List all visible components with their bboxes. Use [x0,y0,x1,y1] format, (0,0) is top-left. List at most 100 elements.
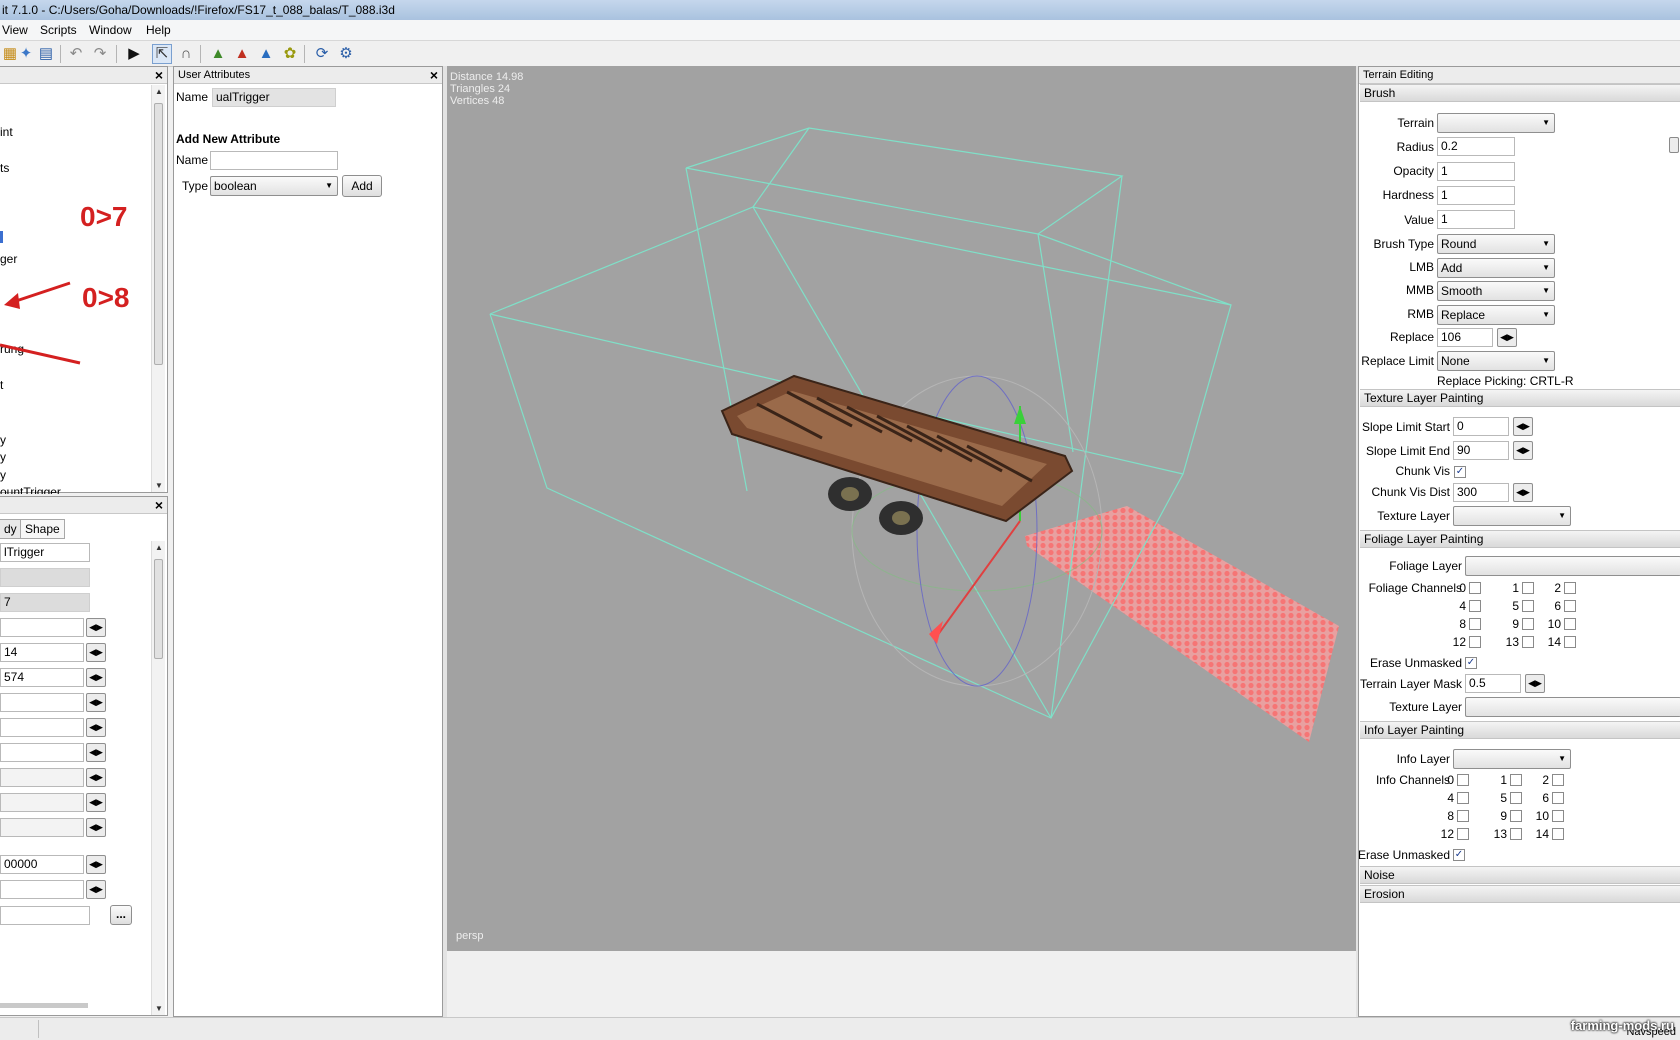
stepper-button[interactable]: ◀▶ [86,693,106,712]
channel-checkbox[interactable] [1564,618,1576,630]
attribute-field[interactable] [0,880,84,899]
channel-checkbox[interactable] [1469,618,1481,630]
attribute-field[interactable] [0,743,84,762]
stepper-button[interactable]: ◀▶ [86,855,106,874]
refresh-icon[interactable]: ⟳ [312,44,332,64]
channel-checkbox[interactable] [1457,774,1469,786]
terrain-icon[interactable]: ▲ [208,44,228,64]
channel-checkbox[interactable] [1552,774,1564,786]
channel-checkbox[interactable] [1457,792,1469,804]
slope-start-stepper[interactable]: ◀▶ [1513,417,1533,436]
rmb-select[interactable]: Replace▼ [1437,305,1555,325]
replace-limit-select[interactable]: None▼ [1437,351,1555,371]
channel-checkbox[interactable] [1522,618,1534,630]
attribute-field[interactable] [0,906,90,925]
erosion-section[interactable]: Erosion [1360,885,1680,903]
mmb-select[interactable]: Smooth▼ [1437,281,1555,301]
tab-shape[interactable]: Shape [20,519,65,539]
menu-window[interactable]: Window [89,20,132,41]
stepper-button[interactable]: ◀▶ [86,643,106,662]
channel-checkbox[interactable] [1522,582,1534,594]
splitter[interactable] [443,66,447,1017]
channel-checkbox[interactable] [1510,810,1522,822]
browse-button[interactable]: ... [110,905,132,925]
channel-checkbox[interactable] [1564,582,1576,594]
attribute-field[interactable] [0,768,84,787]
attribute-field[interactable] [0,693,84,712]
attributes-scrollbar[interactable]: ▲ ▼ [151,541,165,1015]
scenegraph-scrollbar[interactable]: ▲ ▼ [151,85,165,492]
tab-body[interactable]: dy [0,519,22,539]
tree-item[interactable]: int [0,125,13,139]
slope-end-stepper[interactable]: ◀▶ [1513,441,1533,460]
type-select[interactable]: boolean▼ [210,176,338,196]
save-icon[interactable]: ✦ [16,44,36,64]
magnet-icon[interactable]: ∩ [176,44,196,64]
hardness-input[interactable]: 1 [1437,186,1515,205]
channel-checkbox[interactable] [1564,636,1576,648]
foliage-layer-select[interactable]: ▼ [1465,556,1680,576]
chunk-vis-checkbox[interactable]: ✓ [1454,466,1466,478]
close-icon[interactable]: × [155,497,163,514]
channel-checkbox[interactable] [1552,828,1564,840]
menu-help[interactable]: Help [146,20,171,41]
texture-layer-select[interactable]: ▼ [1453,506,1571,526]
info-icon[interactable]: ✿ [280,44,300,64]
stepper-button[interactable]: ◀▶ [86,618,106,637]
chunk-vis-dist-input[interactable]: 300 [1453,483,1509,502]
close-icon[interactable]: × [155,67,163,84]
stepper-button[interactable]: ◀▶ [86,818,106,837]
foliage-icon[interactable]: ▲ [256,44,276,64]
new-name-input[interactable] [210,151,338,170]
terrain-layer-mask-input[interactable]: 0.5 [1465,674,1521,693]
brush-type-select[interactable]: Round▼ [1437,234,1555,254]
foliage-texture-layer-select[interactable]: ▼ [1465,697,1680,717]
attribute-field[interactable] [0,718,84,737]
replace-stepper[interactable]: ◀▶ [1497,328,1517,347]
channel-checkbox[interactable] [1510,828,1522,840]
value-input[interactable]: 1 [1437,210,1515,229]
noise-section[interactable]: Noise [1360,866,1680,884]
attribute-field[interactable] [0,618,84,637]
opacity-input[interactable]: 1 [1437,162,1515,181]
stepper-button[interactable]: ◀▶ [86,743,106,762]
menu-scripts[interactable]: Scripts [40,20,77,41]
channel-checkbox[interactable] [1522,600,1534,612]
channel-checkbox[interactable] [1510,792,1522,804]
replace-input[interactable]: 106 [1437,328,1493,347]
tree-item[interactable]: ountTrigger [0,485,61,494]
info-section[interactable]: Info Layer Painting [1360,721,1680,739]
attribute-field[interactable]: 00000 [0,855,84,874]
brush-section[interactable]: Brush [1360,84,1680,102]
menu-view[interactable]: View [2,20,28,41]
tree-item[interactable]: y [0,468,6,482]
channel-checkbox[interactable] [1457,828,1469,840]
channel-checkbox[interactable] [1469,582,1481,594]
stepper-button[interactable]: ◀▶ [86,768,106,787]
attribute-field[interactable]: 14 [0,643,84,662]
channel-checkbox[interactable] [1469,600,1481,612]
channel-checkbox[interactable] [1564,600,1576,612]
play-icon[interactable]: ▶ [124,44,144,64]
tree-item[interactable]: y [0,433,6,447]
close-icon[interactable]: × [430,67,438,84]
paint-icon[interactable]: ▲ [232,44,252,64]
info-layer-select[interactable]: ▼ [1453,749,1571,769]
foliage-section[interactable]: Foliage Layer Painting [1360,530,1680,548]
undo-icon[interactable]: ↶ [66,44,86,64]
radius-input[interactable]: 0.2 [1437,137,1515,156]
3d-viewport[interactable]: Distance 14.98 Triangles 24 Vertices 48 [447,66,1356,951]
tree-item[interactable]: y [0,450,6,464]
attribute-field[interactable] [0,793,84,812]
slope-start-input[interactable]: 0 [1453,417,1509,436]
lmb-select[interactable]: Add▼ [1437,258,1555,278]
tree-item[interactable]: ts [0,161,9,175]
channel-checkbox[interactable] [1552,792,1564,804]
attribute-field[interactable]: 574 [0,668,84,687]
settings-icon[interactable]: ⚙ [336,44,356,64]
stepper-button[interactable]: ◀▶ [86,880,106,899]
radius-slider[interactable] [1669,137,1679,153]
chunk-vis-dist-stepper[interactable]: ◀▶ [1513,483,1533,502]
horizontal-scrollbar[interactable] [0,1003,88,1008]
import-icon[interactable]: ▤ [36,44,56,64]
